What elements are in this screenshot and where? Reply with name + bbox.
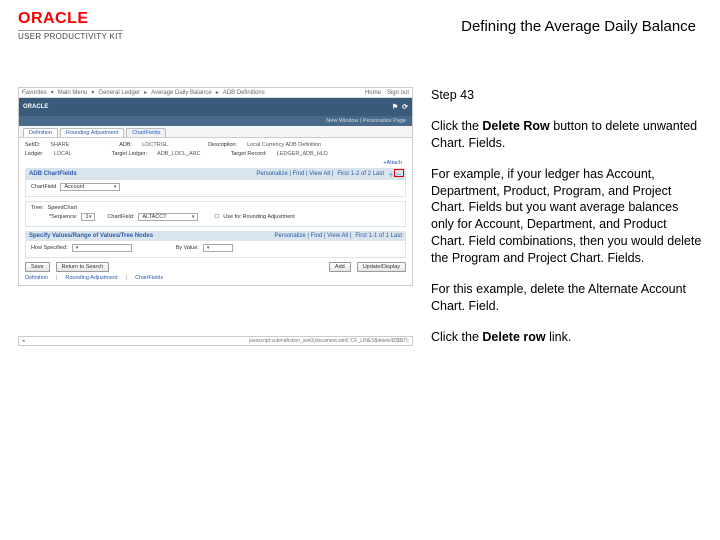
footer-link-definition[interactable]: Definition xyxy=(25,275,48,281)
brand-bar: ORACLE ⚑ ⟳ xyxy=(19,98,412,116)
screenshot-column: Favorites ▾ Main Menu ▾ General Ledger ▸… xyxy=(18,87,413,360)
crumb-adb[interactable]: Average Daily Balance xyxy=(151,90,212,96)
panel1-title: ADB ChartFields xyxy=(29,171,77,177)
cf-select-1[interactable]: Account xyxy=(60,183,120,191)
panel3-title: Specify Values/Range of Values/Tree Node… xyxy=(29,233,153,239)
tgtrec-label: Target Record: xyxy=(231,151,267,157)
byval-label: By Value: xyxy=(176,245,199,251)
setid-label: SetID: xyxy=(25,142,40,148)
crumb-adbdefs[interactable]: ADB Definitions xyxy=(223,90,265,96)
cf-label-1: ChartField xyxy=(31,184,56,190)
tab-definition[interactable]: Definition xyxy=(23,128,58,137)
adb-label: ADB: xyxy=(119,142,132,148)
howspec-label: How Specified: xyxy=(31,245,68,251)
status-url: javascript:submitAction_win0(document.wi… xyxy=(249,338,409,344)
oracle-logo: ORACLE xyxy=(18,10,89,28)
panel1-count: First 1-2 of 2 Last xyxy=(337,171,384,177)
return-button[interactable]: Return to Search xyxy=(56,262,110,272)
panel-values-header: Specify Values/Range of Values/Tree Node… xyxy=(25,231,406,241)
panel3-tools[interactable]: Personalize | Find | View All | xyxy=(274,233,351,239)
delete-row-highlight xyxy=(394,169,404,177)
adb-value: LOCTRGL xyxy=(142,142,168,148)
tab-rounding[interactable]: Rounding Adjustment xyxy=(60,128,124,137)
page-title: Defining the Average Daily Balance xyxy=(123,10,702,35)
footer-tab-links: Definition | Rounding Adjustment | Chart… xyxy=(25,275,406,281)
step-label: Step 43 xyxy=(431,87,702,104)
seq-input[interactable]: 1 xyxy=(81,213,95,221)
crumb-gl[interactable]: General Ledger xyxy=(98,90,140,96)
upk-label: USER PRODUCTIVITY KIT xyxy=(18,30,123,41)
setid-value: SHARE xyxy=(50,142,69,148)
sub-bar: New Window | Personalize Page xyxy=(19,116,412,126)
crumb-main-menu[interactable]: Main Menu xyxy=(58,90,88,96)
tgtledger-value: ADB_LOCL_ARC xyxy=(157,151,200,157)
tree-label: Tree: xyxy=(31,205,44,211)
panel-adb-chartfields-header: ADB ChartFields Personalize | Find | Vie… xyxy=(25,168,406,180)
app-screenshot: Favorites ▾ Main Menu ▾ General Ledger ▸… xyxy=(18,87,413,286)
instructions: Step 43 Click the Delete Row button to d… xyxy=(431,87,702,360)
tgtledger-label: Target Ledger: xyxy=(112,151,147,157)
instruction-3: For this example, delete the Alternate A… xyxy=(431,281,702,315)
panel3-count: First 1-1 of 1 Last xyxy=(355,233,402,239)
cf-select-2[interactable]: ALTACCT xyxy=(138,213,198,221)
rounding-checkbox-label[interactable]: Use for Rounding Adjustment xyxy=(223,214,295,220)
oracle-logo-text: ORACLE xyxy=(18,10,89,28)
seq-label: *Sequence: xyxy=(49,214,77,220)
instruction-2: For example, if your ledger has Account,… xyxy=(431,166,702,267)
panel-tree: Tree: SpeedChart *Sequence: 1 ChartField… xyxy=(25,201,406,227)
ledger-value: LOCAL xyxy=(54,151,72,157)
oracle-logo-block: ORACLE USER PRODUCTIVITY KIT xyxy=(18,10,123,41)
tree-value: SpeedChart xyxy=(48,205,77,211)
byval-input[interactable] xyxy=(203,244,233,252)
attach-link[interactable]: +Attach xyxy=(25,160,406,166)
footer-link-rounding[interactable]: Rounding Adjustment xyxy=(65,275,117,281)
panel-values-body: How Specified: By Value: xyxy=(25,241,406,258)
panel1-tools[interactable]: Personalize | Find | View All | xyxy=(256,171,333,177)
instruction-1: Click the Delete Row button to delete un… xyxy=(431,118,702,152)
panel-adb-chartfields-body: ChartField Account xyxy=(25,180,406,197)
home-link[interactable]: Home xyxy=(365,90,381,96)
footer-link-chartfields[interactable]: ChartFields xyxy=(135,275,163,281)
brand-text: ORACLE xyxy=(23,104,48,110)
signout-link[interactable]: Sign out xyxy=(387,90,409,96)
status-icon: ◂ xyxy=(22,338,25,344)
tab-chartfields[interactable]: ChartFields xyxy=(126,128,166,137)
update-button[interactable]: Update/Display xyxy=(357,262,406,272)
flag-icon[interactable]: ⚑ xyxy=(392,103,398,111)
refresh-icon[interactable]: ⟳ xyxy=(402,103,408,111)
instruction-4: Click the Delete row link. xyxy=(431,329,702,346)
save-button[interactable]: Save xyxy=(25,262,50,272)
cf-label: ChartField: xyxy=(107,214,134,220)
browser-statusbar: ◂ javascript:submitAction_win0(document.… xyxy=(18,336,413,346)
tgtrec-value: LEDGER_ADB_HLD xyxy=(277,151,328,157)
crumb-favorites[interactable]: Favorites xyxy=(22,90,47,96)
breadcrumb-bar: Favorites ▾ Main Menu ▾ General Ledger ▸… xyxy=(19,88,412,98)
add-button[interactable]: Add xyxy=(329,262,351,272)
desc-label: Description: xyxy=(208,142,237,148)
howspec-select[interactable] xyxy=(72,244,132,252)
subbar-links[interactable]: New Window | Personalize Page xyxy=(326,118,406,124)
ledger-label: Ledger: xyxy=(25,151,44,157)
action-buttons: Save Return to Search Add Update/Display xyxy=(25,262,406,272)
tab-strip: Definition Rounding Adjustment ChartFiel… xyxy=(19,126,412,138)
desc-value: Local Currency ADB Definition xyxy=(247,142,321,148)
